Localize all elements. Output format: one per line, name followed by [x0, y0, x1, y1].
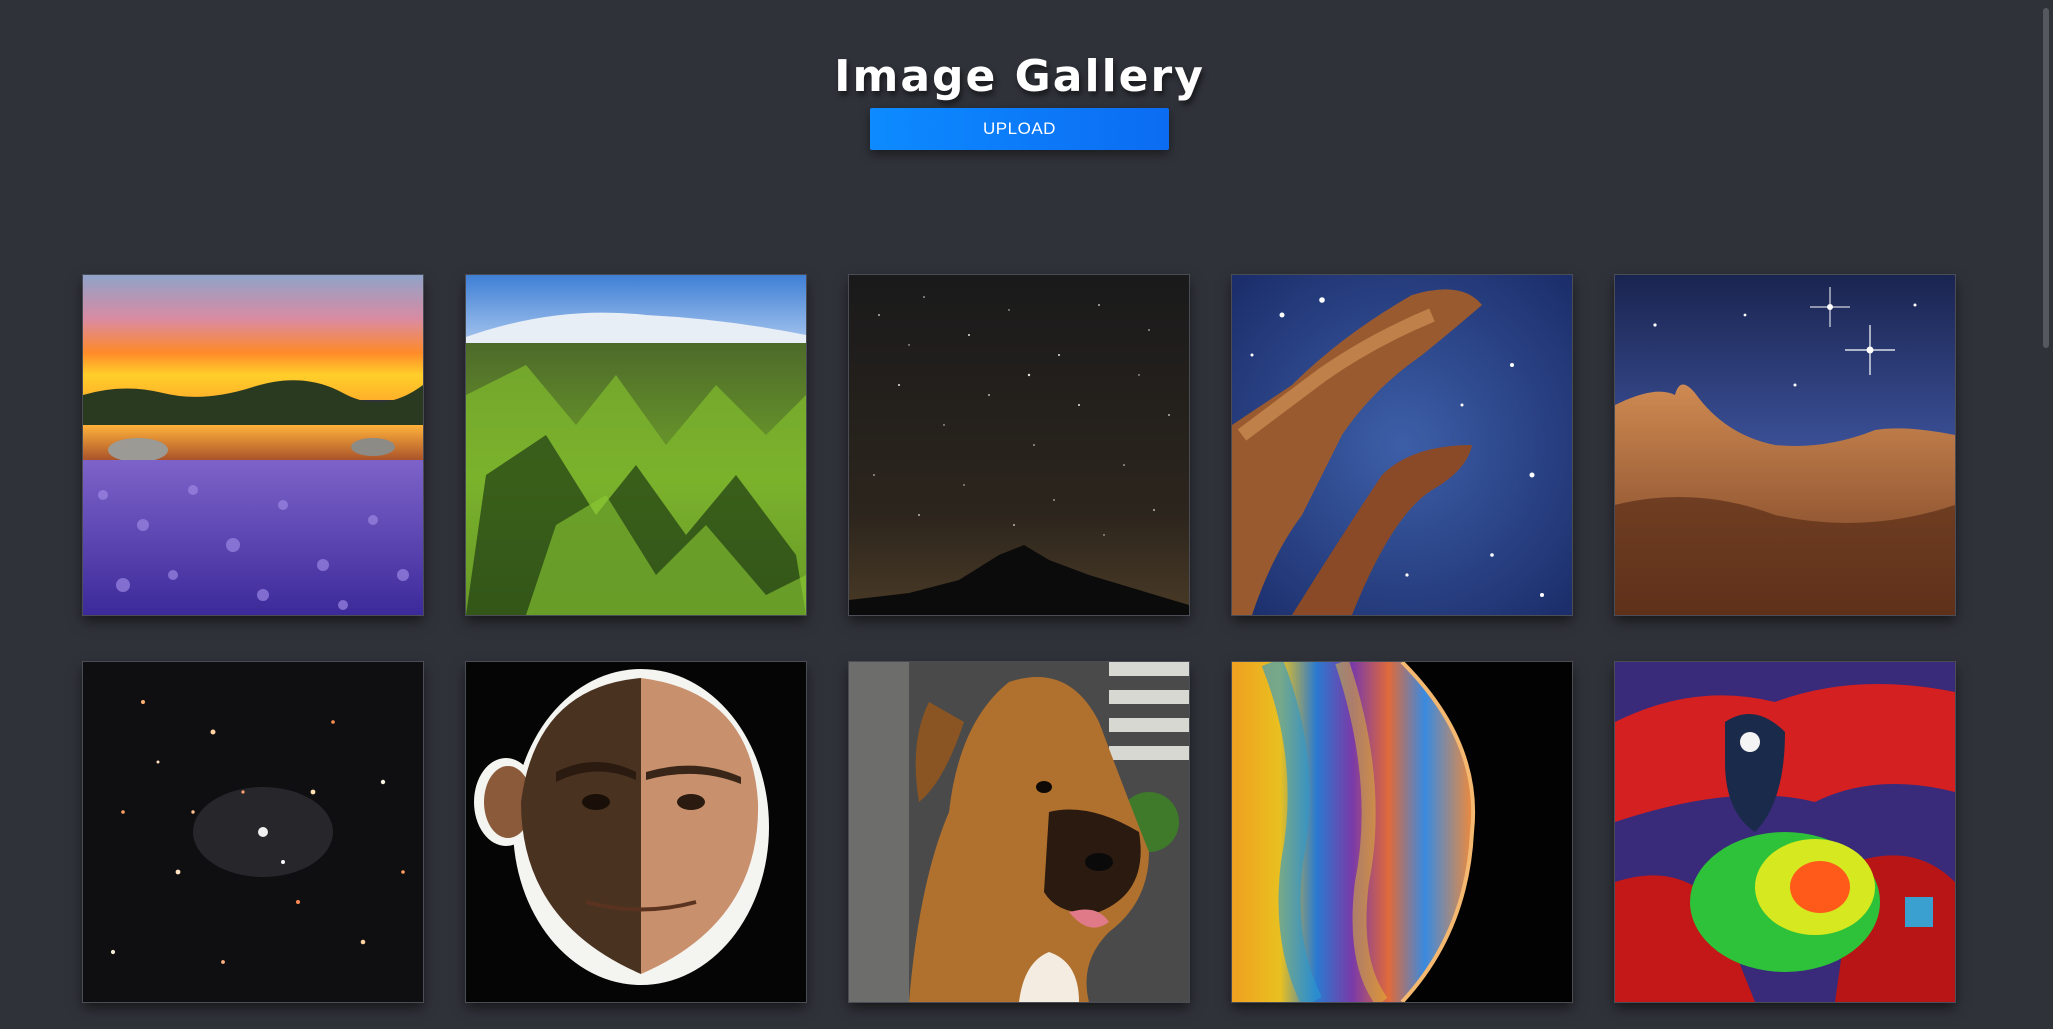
gallery-image-deep-field[interactable] — [82, 661, 424, 1003]
gallery-image-soap-bubble[interactable] — [1231, 661, 1573, 1003]
gallery-image-sunset-lake[interactable] — [82, 274, 424, 616]
gallery-image-chimp-man-face[interactable] — [465, 661, 807, 1003]
gallery-image-spawn-comic[interactable] — [1614, 661, 1956, 1003]
gallery-image-green-mountains[interactable] — [465, 274, 807, 616]
gallery-page: Image Gallery UPLOAD — [0, 0, 2053, 1029]
vertical-scrollbar[interactable] — [2043, 0, 2051, 1029]
gallery-image-boxer-puppy[interactable] — [848, 661, 1190, 1003]
gallery-image-starry-night[interactable] — [848, 274, 1190, 616]
image-grid — [82, 274, 1956, 1003]
gallery-image-cosmic-cliffs[interactable] — [1614, 274, 1956, 616]
upload-button[interactable]: UPLOAD — [870, 108, 1169, 150]
page-title: Image Gallery — [834, 51, 1205, 103]
scrollbar-thumb[interactable] — [2043, 8, 2049, 348]
gallery-image-pillars-nebula[interactable] — [1231, 274, 1573, 616]
